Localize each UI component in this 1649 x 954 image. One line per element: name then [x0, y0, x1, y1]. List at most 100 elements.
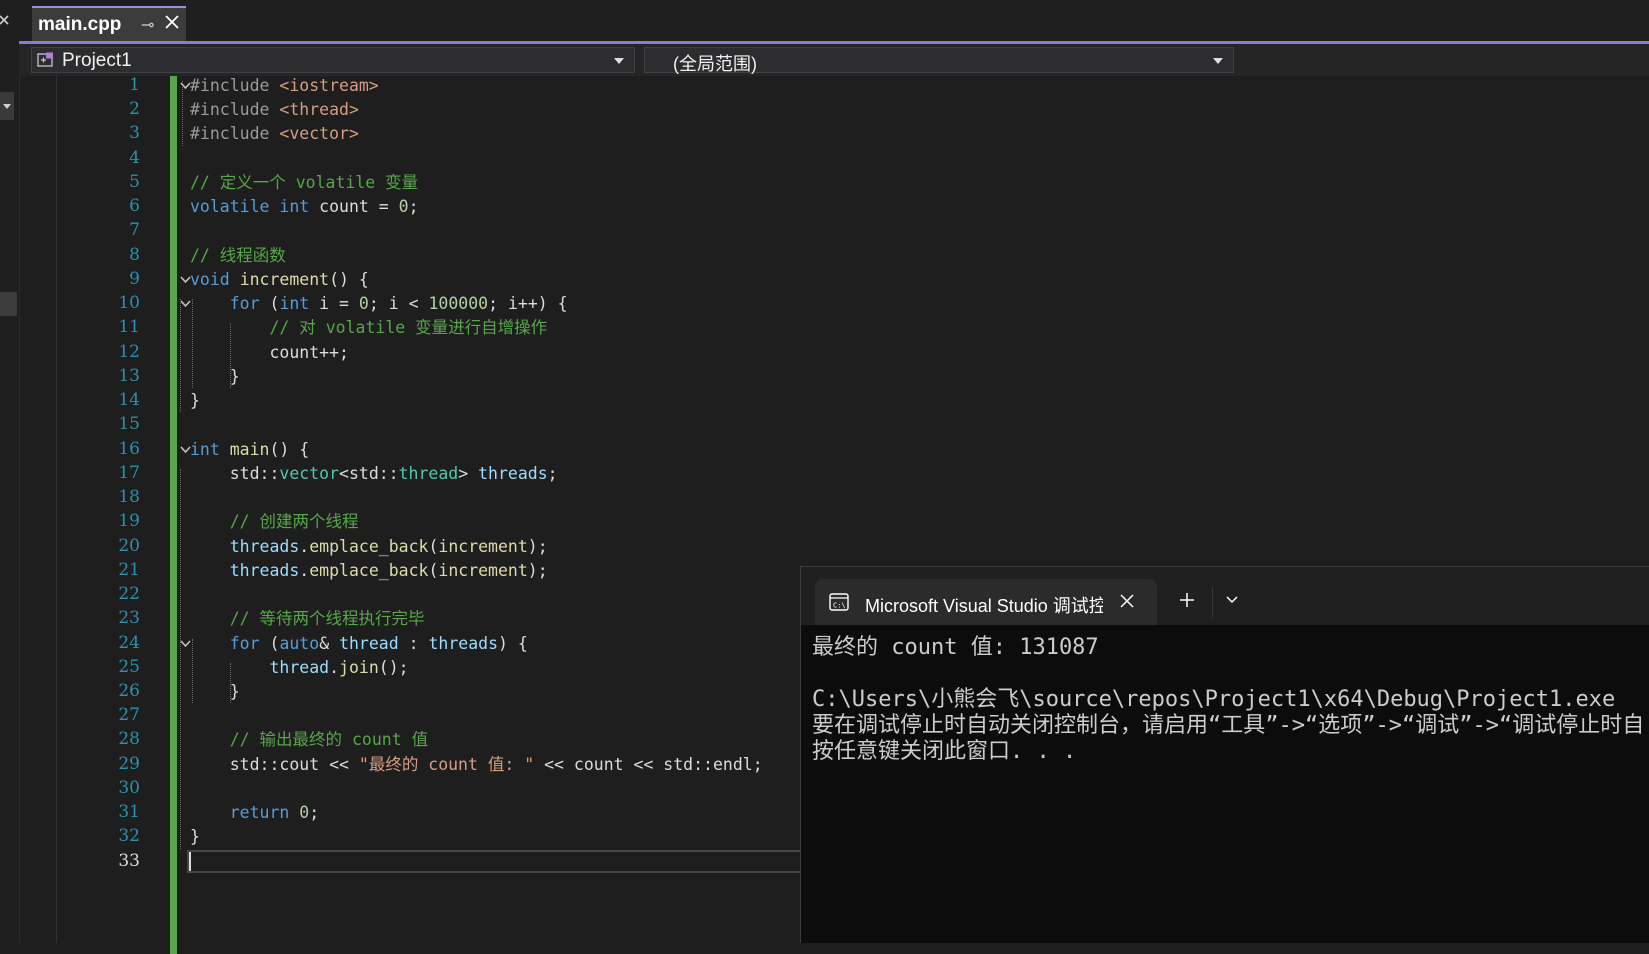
line-number: 19: [118, 511, 140, 532]
line-number: 25: [118, 656, 140, 677]
code-token: // 等待两个线程执行完毕: [229, 609, 425, 629]
indent-guide: [180, 299, 181, 413]
code-line[interactable]: int main() {: [190, 437, 309, 462]
code-line[interactable]: volatile int count = 0;: [190, 194, 419, 219]
close-icon[interactable]: [1119, 593, 1135, 609]
plus-icon[interactable]: [1178, 591, 1196, 609]
console-output-line: 最终的 count 值: 131087: [812, 635, 1099, 660]
code-line[interactable]: }: [190, 364, 240, 389]
line-number: 23: [118, 608, 140, 629]
console-titlebar[interactable]: C:\ Microsoft Visual Studio 调试控制台: [801, 567, 1649, 625]
code-token: std::cout <<: [190, 754, 359, 774]
code-token: &: [319, 633, 340, 653]
code-token: ;: [309, 803, 320, 823]
close-icon[interactable]: [163, 13, 181, 31]
code-token: >: [458, 463, 479, 483]
code-token: int: [279, 197, 310, 217]
close-icon[interactable]: [0, 14, 14, 28]
code-line[interactable]: #include <vector>: [190, 121, 359, 146]
code-line[interactable]: // 线程函数: [190, 243, 286, 268]
code-token: i =: [309, 294, 359, 314]
code-token: 100000: [428, 294, 489, 314]
code-line[interactable]: thread.join();: [190, 655, 408, 680]
code-line[interactable]: }: [190, 388, 200, 413]
code-line[interactable]: // 等待两个线程执行完毕: [190, 606, 425, 631]
code-token: <thread>: [279, 100, 359, 120]
line-number: 30: [118, 777, 140, 798]
chevron-down-icon: [1213, 58, 1223, 64]
code-line[interactable]: // 创建两个线程: [190, 509, 359, 534]
code-token: }: [190, 391, 200, 411]
console-output[interactable]: 最终的 count 值: 131087 C:\Users\小熊会飞\source\…: [812, 635, 1642, 765]
code-line[interactable]: count++;: [190, 340, 349, 365]
code-line[interactable]: threads.emplace_back(increment);: [190, 558, 548, 583]
left-panel-strip: [0, 0, 20, 943]
line-number: 28: [118, 729, 140, 750]
code-token: () {: [329, 269, 369, 289]
line-number: 4: [129, 147, 140, 168]
code-token: main: [229, 439, 270, 459]
pin-icon[interactable]: ⊸: [141, 15, 154, 35]
code-token: threads: [229, 560, 300, 580]
line-number: 12: [118, 341, 140, 362]
terminal-icon: C:\: [829, 593, 849, 611]
code-token: #include: [190, 124, 280, 144]
code-line[interactable]: }: [190, 679, 240, 704]
code-line[interactable]: void increment() {: [190, 267, 369, 292]
debug-console-window[interactable]: C:\ Microsoft Visual Studio 调试控制台 最终的 co…: [800, 566, 1649, 943]
code-line[interactable]: threads.emplace_back(increment);: [190, 534, 548, 559]
line-number: 13: [118, 365, 140, 386]
code-token: ;: [547, 463, 558, 483]
chevron-down-icon[interactable]: [1225, 595, 1239, 605]
scope-dropdown[interactable]: (全局范围): [644, 47, 1234, 74]
code-line[interactable]: // 定义一个 volatile 变量: [190, 170, 418, 195]
code-line[interactable]: // 对 volatile 变量进行自增操作: [190, 315, 547, 340]
code-line[interactable]: }: [190, 824, 200, 849]
code-token: for: [229, 294, 260, 314]
code-token: // 对 volatile 变量进行自增操作: [269, 318, 548, 338]
code-token: () {: [269, 439, 310, 459]
code-line[interactable]: // 输出最终的 count 值: [190, 727, 428, 752]
code-line[interactable]: return 0;: [190, 800, 319, 825]
code-token: increment: [438, 536, 528, 556]
code-line[interactable]: for (auto& thread : threads) {: [190, 631, 528, 656]
line-number: 33: [118, 850, 140, 871]
line-number: 6: [129, 196, 140, 217]
line-number: 24: [118, 632, 140, 653]
code-token: threads: [478, 463, 548, 483]
code-token: emplace_back: [309, 560, 429, 580]
line-number: 22: [118, 584, 140, 605]
code-token: // 输出最终的 count 值: [229, 730, 429, 750]
code-line[interactable]: for (int i = 0; i < 100000; i++) {: [190, 291, 568, 316]
line-number: 31: [118, 802, 140, 823]
console-tab[interactable]: C:\ Microsoft Visual Studio 调试控制台: [815, 579, 1157, 625]
console-output-line: 按任意键关闭此窗口. . .: [812, 739, 1077, 764]
code-token: emplace_back: [309, 536, 429, 556]
line-number: 21: [118, 559, 140, 580]
code-token: vector: [279, 463, 340, 483]
code-line[interactable]: #include <thread>: [190, 97, 359, 122]
line-number: 3: [129, 123, 140, 144]
code-token: count++;: [190, 342, 349, 362]
code-line[interactable]: #include <iostream>: [190, 73, 379, 98]
project-label: Project1: [62, 50, 132, 71]
code-line[interactable]: std::vector<std::thread> threads;: [190, 461, 558, 486]
code-token: <vector>: [279, 124, 359, 144]
line-number: 2: [129, 99, 140, 120]
line-number: 32: [118, 826, 140, 847]
project-dropdown[interactable]: Project1: [31, 47, 635, 73]
console-tab-title: Microsoft Visual Studio 调试控制台: [865, 596, 1103, 616]
code-line[interactable]: std::cout << "最终的 count 值: " << count <<…: [190, 752, 763, 777]
tab-main-cpp[interactable]: main.cpp ⊸: [32, 6, 186, 41]
code-token: "最终的 count 值: ": [358, 754, 535, 774]
text-caret: [189, 852, 191, 871]
left-dropdown-button[interactable]: [0, 92, 14, 120]
glyph-margin[interactable]: [30, 76, 57, 943]
